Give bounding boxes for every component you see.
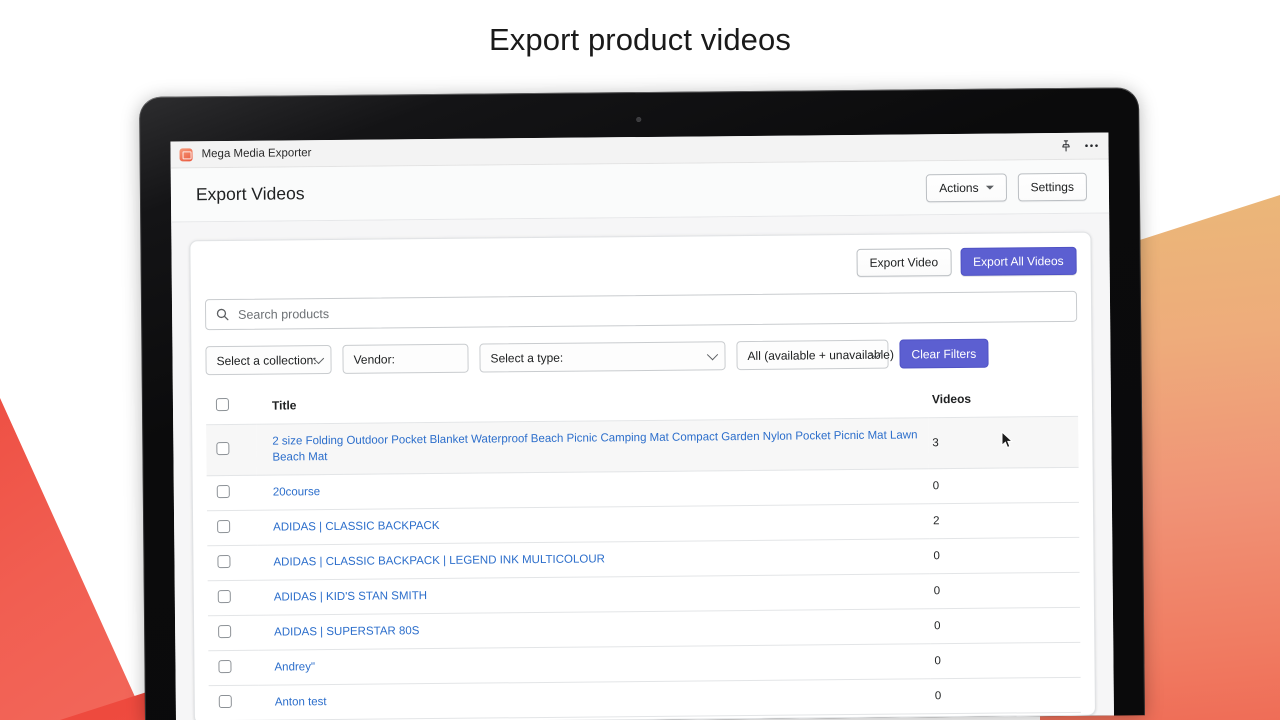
row-videos-count: 0 (930, 642, 1080, 678)
row-videos-count: 0 (930, 572, 1080, 608)
type-select-label: Select a type: (490, 350, 563, 365)
row-checkbox[interactable] (217, 485, 230, 498)
product-title-link[interactable]: ADIDAS | CLASSIC BACKPACK | LEGEND INK M… (273, 553, 605, 568)
export-actions-row: Export Video Export All Videos (205, 247, 1077, 283)
chevron-down-icon (986, 185, 994, 189)
laptop-mockup: Mega Media Exporter (139, 87, 1145, 720)
row-checkbox[interactable] (218, 660, 231, 673)
filters-row: Select a collection: Vendor: Select a ty… (205, 338, 1077, 375)
row-videos-count: 0 (929, 537, 1079, 573)
export-video-button[interactable]: Export Video (856, 248, 951, 277)
table-body: 2 size Folding Outdoor Pocket Blanket Wa… (206, 416, 1081, 720)
app-title: Mega Media Exporter (201, 147, 311, 160)
screenshot-stage: Export product videos Mega Media Exporte… (0, 0, 1280, 720)
row-videos-count: 2 (929, 502, 1079, 538)
row-title-cell: 2 size Folding Outdoor Pocket Blanket Wa… (256, 418, 928, 475)
product-title-link[interactable]: ADIDAS | CLASSIC BACKPACK (273, 520, 439, 534)
product-title-link[interactable]: Andrey" (274, 661, 315, 673)
row-checkbox[interactable] (219, 695, 232, 708)
app-header-buttons: Actions Settings (926, 172, 1087, 202)
row-checkbox[interactable] (217, 555, 230, 568)
column-header-videos: Videos (928, 381, 1078, 418)
settings-button[interactable]: Settings (1017, 172, 1087, 201)
mega-media-exporter-icon (179, 148, 192, 161)
main-card: Export Video Export All Videos (189, 232, 1096, 720)
row-select-cell (208, 650, 258, 685)
availability-select[interactable]: All (available + unavailable) (736, 340, 888, 370)
table-row[interactable]: 2 size Folding Outdoor Pocket Blanket Wa… (206, 416, 1078, 475)
search-icon (216, 308, 229, 321)
select-all-checkbox[interactable] (216, 398, 229, 411)
ellipsis-icon[interactable] (1084, 144, 1098, 148)
products-table: Title Videos 2 size Folding Outdoor Pock… (206, 381, 1082, 720)
row-checkbox[interactable] (218, 625, 231, 638)
row-select-cell (207, 475, 257, 510)
page-title: Export product videos (0, 22, 1280, 58)
row-select-cell (207, 510, 257, 545)
search-input[interactable] (238, 292, 1066, 329)
search-bar[interactable] (205, 291, 1077, 330)
product-title-link[interactable]: 2 size Folding Outdoor Pocket Blanket Wa… (272, 429, 917, 463)
row-select-cell (209, 685, 259, 720)
app-header-title: Export Videos (196, 183, 305, 205)
collection-select-label: Select a collection: (216, 353, 316, 368)
webcam-icon (636, 117, 641, 122)
actions-button[interactable]: Actions (926, 173, 1007, 202)
type-select[interactable]: Select a type: (479, 341, 725, 372)
vendor-input[interactable]: Vendor: (342, 344, 468, 374)
vendor-input-label: Vendor: (353, 352, 395, 366)
row-select-cell (206, 424, 256, 475)
actions-button-label: Actions (939, 180, 978, 194)
product-title-link[interactable]: 20course (273, 486, 320, 498)
product-title-link[interactable]: ADIDAS | KID'S STAN SMITH (274, 590, 427, 603)
row-checkbox[interactable] (218, 590, 231, 603)
row-checkbox[interactable] (217, 520, 230, 533)
clear-filters-button[interactable]: Clear Filters (899, 339, 988, 369)
laptop-screen: Mega Media Exporter (170, 133, 1114, 720)
titlebar-actions (1060, 140, 1098, 152)
select-all-header (206, 389, 256, 425)
row-select-cell (208, 615, 258, 650)
app-header: Export Videos Actions Settings (171, 160, 1109, 223)
row-videos-count: 0 (929, 467, 1079, 503)
row-checkbox[interactable] (216, 442, 229, 455)
row-select-cell (208, 580, 258, 615)
row-select-cell (207, 545, 257, 580)
mouse-cursor (1001, 431, 1014, 455)
product-title-link[interactable]: Anton test (275, 696, 327, 708)
row-videos-count: 0 (931, 677, 1081, 713)
export-all-videos-button[interactable]: Export All Videos (960, 247, 1077, 276)
product-title-link[interactable]: ADIDAS | SUPERSTAR 80S (274, 625, 419, 638)
pin-icon[interactable] (1060, 140, 1071, 152)
row-videos-count: 0 (930, 607, 1080, 643)
app-content: Export Video Export All Videos (171, 214, 1114, 720)
collection-select[interactable]: Select a collection: (205, 345, 331, 375)
chevron-down-icon (707, 349, 718, 360)
